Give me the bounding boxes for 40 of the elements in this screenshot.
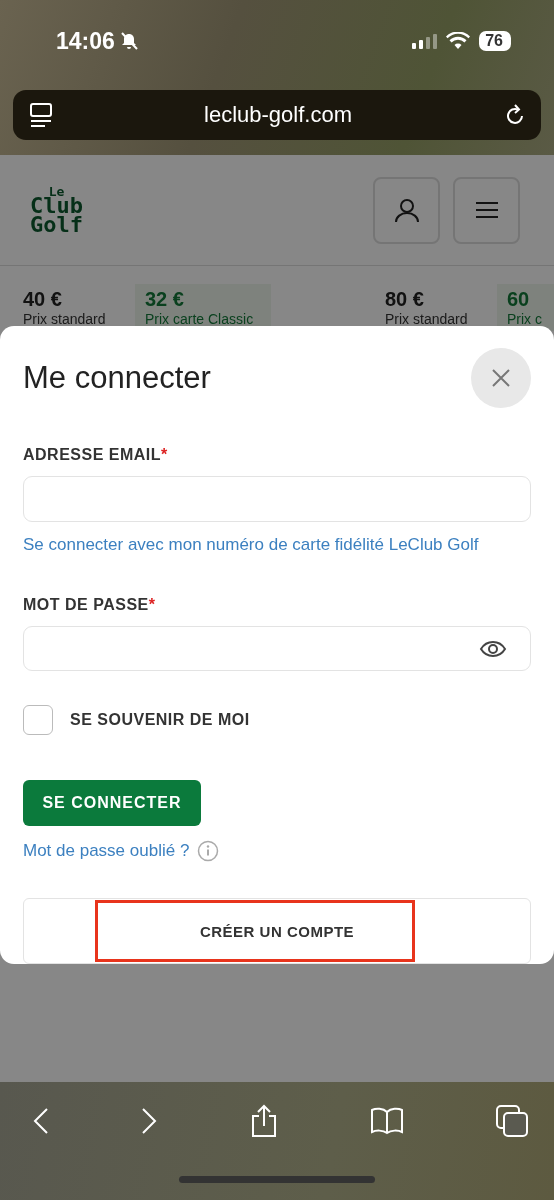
menu-icon bbox=[474, 201, 499, 219]
remember-checkbox[interactable] bbox=[23, 705, 53, 736]
back-icon[interactable] bbox=[33, 1107, 49, 1135]
tabs-icon[interactable] bbox=[496, 1105, 528, 1137]
price-amount: 60 bbox=[507, 288, 531, 311]
wifi-icon bbox=[446, 32, 471, 50]
url-text: leclub-golf.com bbox=[204, 102, 352, 128]
price-amount: 80 € bbox=[385, 288, 425, 311]
eye-icon[interactable] bbox=[479, 639, 507, 658]
book-icon[interactable] bbox=[369, 1107, 404, 1135]
price-amount: 32 € bbox=[145, 288, 185, 311]
reader-icon[interactable] bbox=[29, 102, 53, 128]
password-field[interactable] bbox=[23, 625, 531, 672]
close-icon bbox=[491, 368, 511, 388]
menu-button[interactable] bbox=[453, 176, 520, 244]
account-button[interactable] bbox=[373, 176, 440, 244]
create-account-button[interactable]: CRÉER UN COMPTE bbox=[23, 898, 531, 964]
signal-icon bbox=[411, 33, 438, 49]
email-label: ADRESSE EMAIL* bbox=[23, 446, 169, 464]
price-label: Prix standard bbox=[23, 311, 107, 327]
share-icon[interactable] bbox=[249, 1104, 278, 1138]
clock-time: 14:06 bbox=[56, 27, 115, 55]
price-amount: 40 € bbox=[23, 288, 63, 311]
forgot-password-link[interactable]: Mot de passe oublié ? bbox=[23, 839, 190, 862]
login-button[interactable]: SE CONNECTER bbox=[23, 780, 201, 826]
user-icon bbox=[393, 197, 420, 223]
sheet-title: Me connecter bbox=[23, 360, 211, 396]
logo-text: Golf bbox=[30, 215, 83, 235]
password-label: MOT DE PASSE* bbox=[23, 595, 157, 614]
email-field[interactable] bbox=[23, 476, 531, 522]
logo-text: Le bbox=[48, 185, 65, 197]
remember-label: SE SOUVENIR DE MOI bbox=[70, 711, 250, 730]
price-label: Prix c bbox=[507, 311, 543, 327]
price-label: Prix standard bbox=[385, 311, 469, 327]
price-label: Prix carte Classic bbox=[145, 311, 255, 327]
battery-level: 76 bbox=[479, 31, 511, 51]
address-bar[interactable]: leclub-golf.com bbox=[13, 90, 541, 140]
loyalty-card-link[interactable]: Se connecter avec mon numéro de carte fidélité LeClub Golf bbox=[23, 532, 531, 556]
forward-icon[interactable] bbox=[141, 1107, 158, 1135]
logo-text: Club bbox=[30, 196, 83, 216]
